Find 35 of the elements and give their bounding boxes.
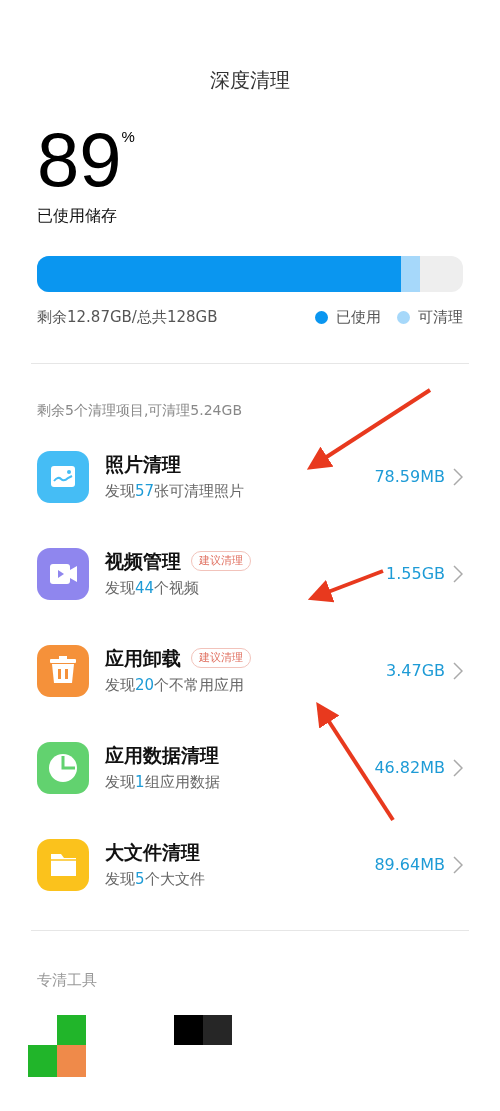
item-size: 78.59MB xyxy=(374,466,445,488)
chevron-icon xyxy=(453,468,463,486)
item-size: 46.82MB xyxy=(374,757,445,779)
item-size: 1.55GB xyxy=(386,563,445,585)
chevron-icon xyxy=(453,662,463,680)
item-title: 视频管理 xyxy=(105,549,181,573)
usage-percent: 89 xyxy=(37,122,122,198)
legend-label: 已使用 xyxy=(336,307,381,328)
percent-sign: % xyxy=(121,127,135,145)
page-title: 深度清理 xyxy=(209,67,291,94)
section-header: 剩余5个清理项目,可清理5.24GB xyxy=(37,400,243,420)
chevron-icon xyxy=(453,856,463,874)
item-title: 应用卸载 xyxy=(105,646,181,670)
cleanup-item[interactable]: 应用卸载 建议清理 发现20个不常用应用 3.47GB xyxy=(37,622,463,720)
storage-summary: 剩余12.87GB/总共128GB xyxy=(37,307,219,328)
cleanup-item[interactable]: 大文件清理 发现5个大文件 89.64MB xyxy=(37,816,463,914)
pixelated-tool-icon[interactable] xyxy=(28,1015,86,1077)
item-title: 应用数据清理 xyxy=(105,743,219,767)
chevron-icon xyxy=(453,565,463,583)
item-size: 3.47GB xyxy=(386,660,445,682)
item-title: 大文件清理 xyxy=(105,840,200,864)
item-description: 发现44个视频 xyxy=(105,578,200,599)
legend-label: 可清理 xyxy=(418,307,463,328)
chevron-icon xyxy=(453,759,463,777)
item-description: 发现20个不常用应用 xyxy=(105,675,245,696)
cleanup-item[interactable]: 视频管理 建议清理 发现44个视频 1.55GB xyxy=(37,525,463,623)
item-description: 发现57张可清理照片 xyxy=(105,481,245,502)
cleanup-item[interactable]: 照片清理 发现57张可清理照片 78.59MB xyxy=(37,428,463,526)
tools-header: 专清工具 xyxy=(37,969,98,991)
usage-label: 已使用储存 xyxy=(37,205,118,227)
item-size: 89.64MB xyxy=(374,854,445,876)
cleanup-item[interactable]: 应用数据清理 发现1组应用数据 46.82MB xyxy=(37,719,463,817)
item-title: 照片清理 xyxy=(105,452,181,476)
item-description: 发现1组应用数据 xyxy=(105,772,220,793)
item-description: 发现5个大文件 xyxy=(105,869,205,890)
